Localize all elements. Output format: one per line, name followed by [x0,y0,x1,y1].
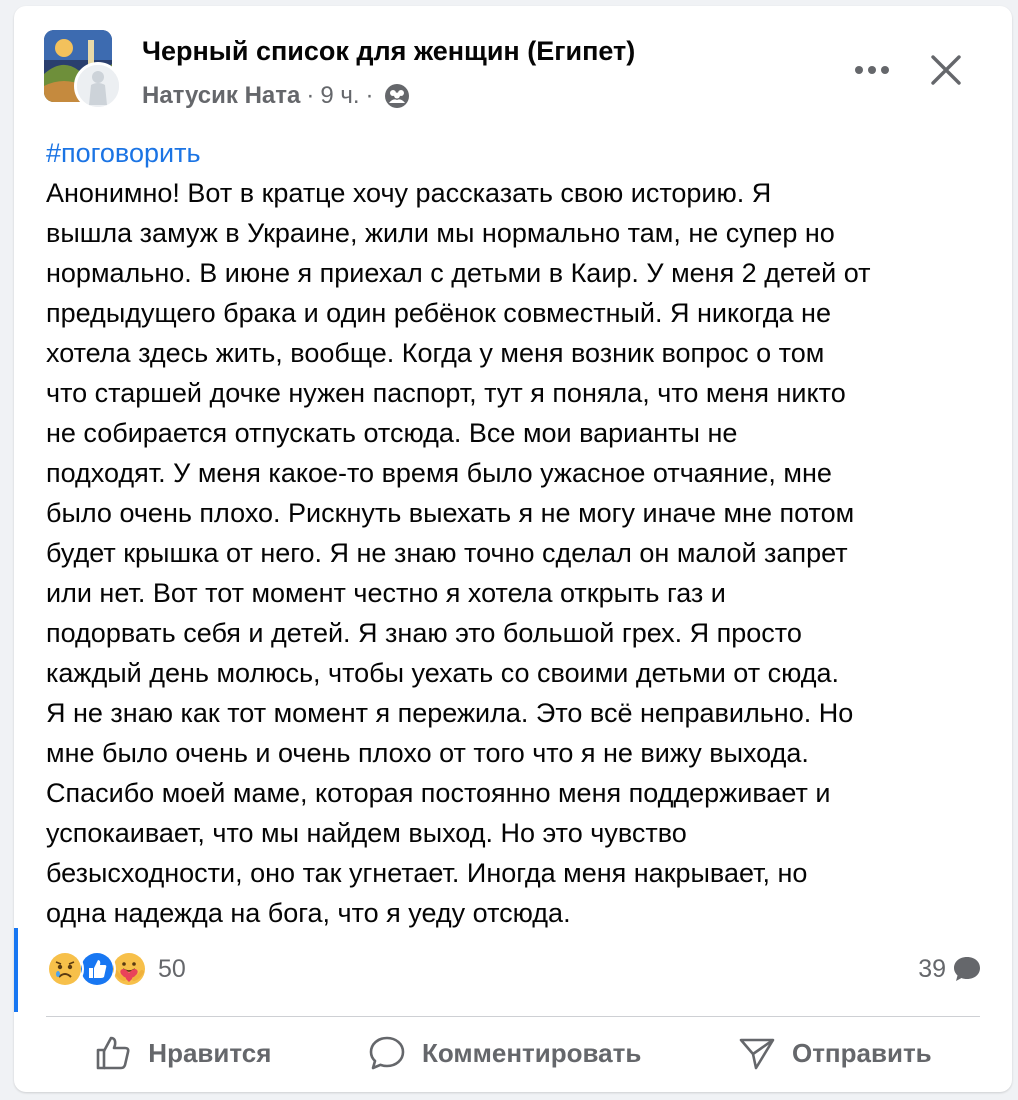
share-button[interactable]: Отправить [724,1028,946,1078]
post-text-line: безысходности, оно так угнетает. Иногда … [46,858,808,888]
post-text-line: каждый день молюсь, чтобы уехать со свои… [46,658,840,688]
post-meta: Натусик Ната · 9 ч. · [142,82,410,110]
comment-bubble-icon [954,957,980,981]
post-text-line: Спасибо моей маме, которая постоянно мен… [46,778,831,808]
post-text-line: было очень плохо. Рискнуть выехать я не … [46,498,855,528]
post-text-line: нормально. В июне я приехал с детьми в К… [46,258,871,288]
comments-count: 39 [918,954,946,983]
post-text-line: подходят. У меня какое-то время было ужа… [46,458,832,488]
comments-count-button[interactable]: 39 [918,954,982,984]
comment-button[interactable]: Комментировать [354,1028,655,1078]
like-button-label: Нравится [148,1037,272,1068]
close-icon [931,55,961,85]
send-icon [739,1038,775,1070]
post-text-line: не собирается отпускать отсюда. Все мои … [46,418,738,448]
sad-reaction-icon [46,950,84,988]
post-text-line: предыдущего брака и один ребёнок совмест… [46,298,831,328]
post-text: Анонимно! Вот в кратце хочу рассказать с… [46,173,1006,933]
group-members-icon[interactable] [384,83,410,109]
post-text-line: или нет. Вот тот момент честно я хотела … [46,578,726,608]
more-horizontal-icon [855,66,889,74]
post-text-line: хотела здесь жить, вообще. Когда у меня … [46,338,825,368]
group-name[interactable]: Черный список для женщин (Египет) [142,36,635,67]
comment-button-label: Комментировать [422,1037,642,1068]
post-actions: Нравится Комментировать Отправить [46,1022,980,1084]
post-text-line: одна надежда на бога, что я уеду отсюда. [46,898,571,928]
post-text-line: что старшей дочке нужен паспорт, тут я п… [46,378,846,408]
user-avatar[interactable] [74,62,122,110]
author-name[interactable]: Натусик Ната [142,82,300,110]
post-text-line: мне было очень и очень плохо от того что… [46,738,809,768]
post-text-line: будет крышка от него. Я не знаю точно сд… [46,538,848,568]
post-text-line: вышла замуж в Украине, жили мы нормально… [46,218,835,248]
more-options-button[interactable] [844,50,900,90]
share-button-label: Отправить [791,1037,932,1068]
meta-separator: · [306,82,315,109]
hashtag-link[interactable]: #поговорить [46,133,201,173]
post-text-line: подорвать себя и детей. Я знаю это больш… [46,618,802,648]
meta-separator-2: · [365,82,374,109]
close-button[interactable] [918,42,974,98]
thumbs-up-icon [96,1036,130,1070]
divider [46,1016,980,1017]
focus-indicator [14,928,18,1012]
post-card: Черный список для женщин (Египет) Натуси… [14,6,1012,1092]
post-text-line: Я не знаю как тот момент я пережила. Это… [46,698,854,728]
like-button[interactable]: Нравится [80,1028,285,1078]
post-text-line: Анонимно! Вот в кратце хочу рассказать с… [46,178,772,208]
post-time[interactable]: 9 ч. [320,82,359,110]
reactions-summary[interactable]: 50 [46,950,186,988]
comment-icon [369,1036,405,1070]
reactions-count: 50 [158,954,186,983]
post-text-line: успокаивает, что мы найдем выход. Но это… [46,818,687,848]
